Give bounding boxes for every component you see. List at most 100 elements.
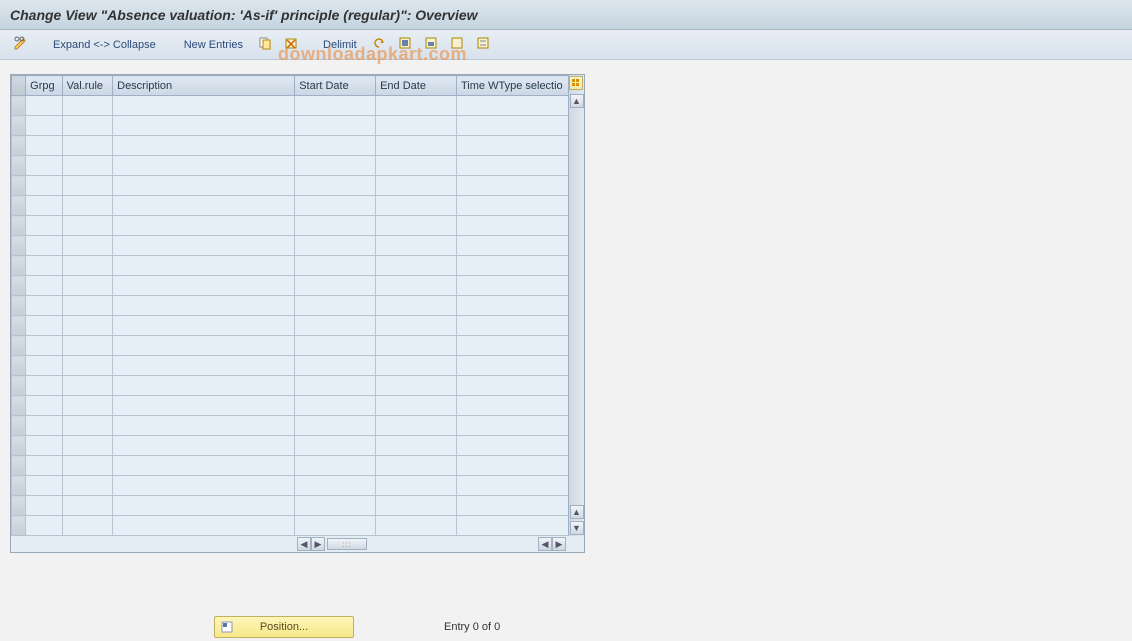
row-selector[interactable] (12, 336, 26, 356)
cell-time_wtype[interactable] (457, 176, 569, 196)
cell-desc[interactable] (113, 356, 295, 376)
cell-desc[interactable] (113, 236, 295, 256)
cell-desc[interactable] (113, 156, 295, 176)
cell-end[interactable] (376, 196, 457, 216)
cell-start[interactable] (295, 476, 376, 496)
cell-start[interactable] (295, 356, 376, 376)
cell-desc[interactable] (113, 316, 295, 336)
hscroll-left2-icon[interactable]: ◀ (538, 537, 552, 551)
cell-end[interactable] (376, 96, 457, 116)
cell-valrule[interactable] (62, 256, 113, 276)
cell-valrule[interactable] (62, 176, 113, 196)
cell-grpg[interactable] (26, 176, 62, 196)
column-header-time_wtype[interactable]: Time WType selectio (457, 76, 569, 96)
cell-time_wtype[interactable] (457, 416, 569, 436)
cell-desc[interactable] (113, 376, 295, 396)
cell-valrule[interactable] (62, 216, 113, 236)
row-selector[interactable] (12, 256, 26, 276)
cell-end[interactable] (376, 116, 457, 136)
column-header-grpg[interactable]: Grpg (26, 76, 62, 96)
select-all-button[interactable] (394, 34, 416, 56)
cell-end[interactable] (376, 456, 457, 476)
cell-grpg[interactable] (26, 196, 62, 216)
row-selector-header[interactable] (12, 76, 26, 96)
cell-time_wtype[interactable] (457, 296, 569, 316)
cell-end[interactable] (376, 376, 457, 396)
row-selector[interactable] (12, 196, 26, 216)
cell-end[interactable] (376, 476, 457, 496)
cell-start[interactable] (295, 276, 376, 296)
cell-start[interactable] (295, 376, 376, 396)
cell-time_wtype[interactable] (457, 116, 569, 136)
cell-desc[interactable] (113, 216, 295, 236)
cell-grpg[interactable] (26, 296, 62, 316)
cell-grpg[interactable] (26, 516, 62, 536)
cell-grpg[interactable] (26, 376, 62, 396)
cell-start[interactable] (295, 136, 376, 156)
cell-desc[interactable] (113, 196, 295, 216)
row-selector[interactable] (12, 216, 26, 236)
toggle-display-change-button[interactable] (10, 34, 32, 56)
hscroll-thumb[interactable]: ::: (327, 538, 367, 550)
row-selector[interactable] (12, 116, 26, 136)
cell-start[interactable] (295, 236, 376, 256)
cell-start[interactable] (295, 116, 376, 136)
row-selector[interactable] (12, 436, 26, 456)
cell-desc[interactable] (113, 136, 295, 156)
scroll-down-icon[interactable]: ▼ (570, 521, 584, 535)
cell-valrule[interactable] (62, 476, 113, 496)
delimit-button[interactable]: Delimit (316, 34, 364, 56)
cell-time_wtype[interactable] (457, 496, 569, 516)
cell-grpg[interactable] (26, 156, 62, 176)
cell-end[interactable] (376, 356, 457, 376)
cell-valrule[interactable] (62, 376, 113, 396)
cell-time_wtype[interactable] (457, 156, 569, 176)
row-selector[interactable] (12, 516, 26, 536)
cell-grpg[interactable] (26, 216, 62, 236)
horizontal-scrollbar-right[interactable]: ◀ ▶ (538, 536, 566, 552)
cell-start[interactable] (295, 396, 376, 416)
cell-grpg[interactable] (26, 336, 62, 356)
cell-grpg[interactable] (26, 276, 62, 296)
cell-valrule[interactable] (62, 96, 113, 116)
cell-desc[interactable] (113, 516, 295, 536)
cell-valrule[interactable] (62, 396, 113, 416)
hscroll-right-icon[interactable]: ▶ (311, 537, 325, 551)
cell-time_wtype[interactable] (457, 96, 569, 116)
cell-time_wtype[interactable] (457, 316, 569, 336)
cell-time_wtype[interactable] (457, 376, 569, 396)
hscroll-right2-icon[interactable]: ▶ (552, 537, 566, 551)
row-selector[interactable] (12, 316, 26, 336)
cell-desc[interactable] (113, 456, 295, 476)
horizontal-scrollbar-left[interactable]: ◀ ▶ ::: (297, 536, 369, 552)
cell-end[interactable] (376, 256, 457, 276)
row-selector[interactable] (12, 396, 26, 416)
cell-desc[interactable] (113, 436, 295, 456)
row-selector[interactable] (12, 176, 26, 196)
cell-grpg[interactable] (26, 456, 62, 476)
row-selector[interactable] (12, 136, 26, 156)
cell-desc[interactable] (113, 276, 295, 296)
cell-desc[interactable] (113, 116, 295, 136)
cell-grpg[interactable] (26, 316, 62, 336)
cell-start[interactable] (295, 96, 376, 116)
cell-start[interactable] (295, 516, 376, 536)
cell-end[interactable] (376, 416, 457, 436)
cell-desc[interactable] (113, 336, 295, 356)
column-header-start[interactable]: Start Date (295, 76, 376, 96)
cell-desc[interactable] (113, 416, 295, 436)
cell-valrule[interactable] (62, 136, 113, 156)
configuration-button[interactable] (472, 34, 494, 56)
cell-desc[interactable] (113, 296, 295, 316)
cell-desc[interactable] (113, 476, 295, 496)
cell-valrule[interactable] (62, 296, 113, 316)
cell-grpg[interactable] (26, 136, 62, 156)
cell-valrule[interactable] (62, 496, 113, 516)
cell-time_wtype[interactable] (457, 516, 569, 536)
cell-valrule[interactable] (62, 516, 113, 536)
cell-desc[interactable] (113, 96, 295, 116)
cell-end[interactable] (376, 156, 457, 176)
cell-start[interactable] (295, 456, 376, 476)
cell-end[interactable] (376, 236, 457, 256)
cell-time_wtype[interactable] (457, 356, 569, 376)
